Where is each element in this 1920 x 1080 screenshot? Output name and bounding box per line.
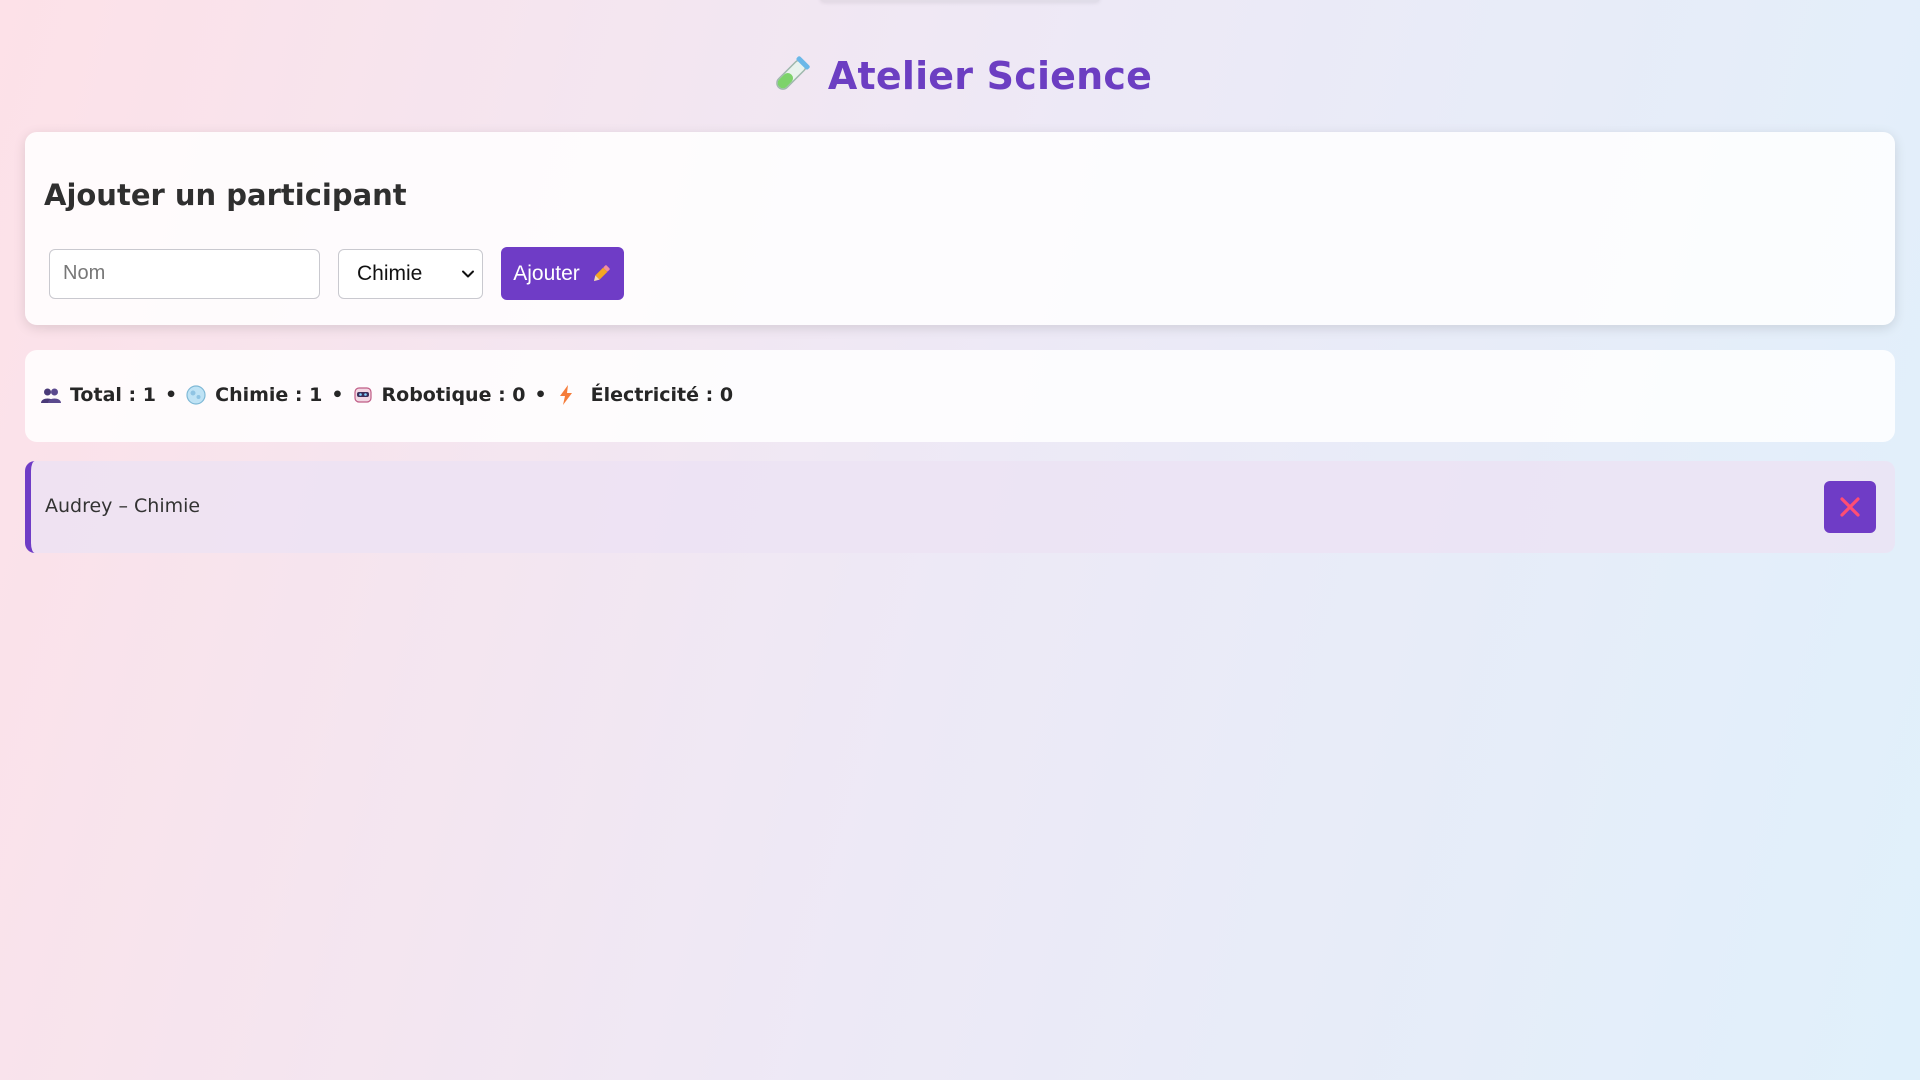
lightning-icon xyxy=(559,385,572,405)
workshop-select-value: Chimie xyxy=(357,261,423,285)
stats-row: Total : 1 • Chimie : 1 • Robotique : 0 •… xyxy=(40,384,733,406)
top-overlay-edge xyxy=(820,0,1100,2)
stat-separator: • xyxy=(534,384,547,406)
add-button-label: Ajouter xyxy=(513,261,580,285)
stat-chimie: Chimie : 1 xyxy=(215,384,323,406)
participant-item: Audrey – Chimie xyxy=(25,461,1895,553)
form-row: Chimie Ajouter xyxy=(49,247,624,300)
pencil-icon xyxy=(593,264,610,281)
stat-separator: • xyxy=(331,384,344,406)
page-title: Atelier Science xyxy=(827,54,1153,98)
close-icon xyxy=(1840,497,1860,517)
stat-robotique: Robotique : 0 xyxy=(381,384,526,406)
name-input[interactable] xyxy=(49,248,320,299)
robot-icon xyxy=(353,387,372,403)
form-heading: Ajouter un participant xyxy=(44,178,407,212)
test-tube-icon xyxy=(776,56,810,90)
stats-card: Total : 1 • Chimie : 1 • Robotique : 0 •… xyxy=(25,350,1895,442)
people-icon xyxy=(41,388,61,403)
stat-total: Total : 1 xyxy=(70,384,156,406)
stat-separator: • xyxy=(164,384,178,406)
participant-name: Audrey – Chimie xyxy=(45,495,201,517)
app-header: Atelier Science xyxy=(0,54,1920,98)
flask-bubble-icon xyxy=(186,385,206,405)
delete-participant-button[interactable] xyxy=(1824,481,1876,533)
stat-electricite: Électricité : 0 xyxy=(590,384,734,406)
chevron-down-icon xyxy=(462,270,474,277)
add-button[interactable]: Ajouter xyxy=(501,247,624,300)
workshop-select[interactable]: Chimie xyxy=(338,248,483,299)
add-participant-card: Ajouter un participant Chimie Ajouter xyxy=(25,132,1895,325)
